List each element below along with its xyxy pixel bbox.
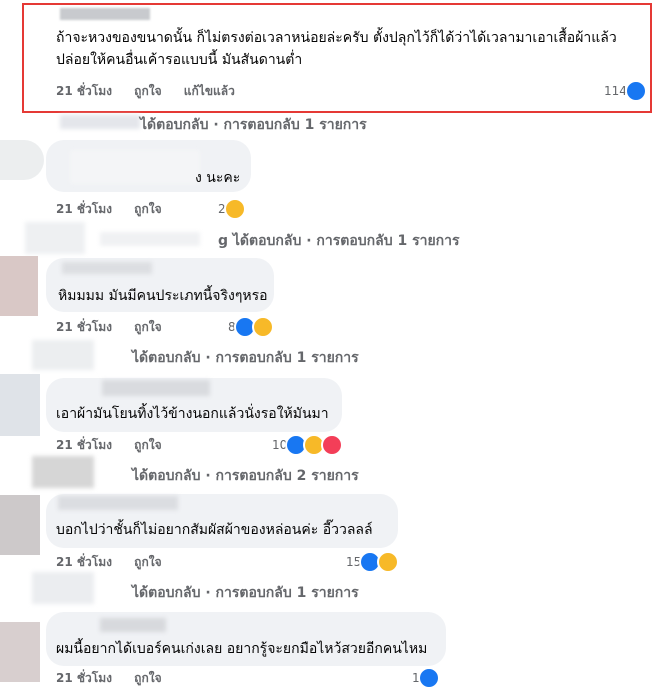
comment-text: ผมนี้อยากได้เบอร์คนเก่งเลย อยากรู้จะยกมื… bbox=[56, 641, 428, 657]
haha-reaction-icon bbox=[377, 551, 400, 573]
replier-name-redacted bbox=[60, 115, 140, 129]
replier-avatar-redacted bbox=[32, 572, 94, 604]
timestamp[interactable]: 21 ชั่วโมง bbox=[56, 671, 112, 685]
edited-label: แก้ไขแล้ว bbox=[183, 84, 235, 98]
like-button[interactable]: ถูกใจ bbox=[134, 84, 161, 98]
commenter-name-redacted bbox=[62, 262, 152, 274]
avatar[interactable] bbox=[0, 374, 40, 436]
replier-name-redacted bbox=[100, 232, 200, 246]
replier-avatar-redacted bbox=[32, 456, 94, 488]
haha-reaction-icon bbox=[223, 198, 246, 220]
comment-meta: 21 ชั่วโมง ถูกใจ bbox=[56, 318, 180, 337]
comment-meta: 21 ชั่วโมง ถูกใจ bbox=[56, 553, 180, 572]
timestamp[interactable]: 21 ชั่วโมง bbox=[56, 84, 112, 98]
replier-avatar-redacted bbox=[32, 340, 94, 370]
like-button[interactable]: ถูกใจ bbox=[134, 438, 161, 452]
avatar[interactable] bbox=[0, 256, 38, 316]
reply-summary[interactable]: ได้ตอบกลับ · การตอบกลับ 1 รายการ bbox=[132, 582, 359, 604]
reaction-summary[interactable]: 1 bbox=[412, 667, 440, 689]
avatar[interactable] bbox=[0, 140, 44, 180]
like-reaction-icon bbox=[417, 667, 440, 689]
comment-text: บอกไปว่าชั้นก็ไม่อยากสัมผัสผ้าของหล่อนค่… bbox=[56, 522, 373, 538]
comment-meta: 21 ชั่วโมง ถูกใจ bbox=[56, 436, 180, 455]
like-button[interactable]: ถูกใจ bbox=[134, 320, 161, 334]
comment-text: ง นะคะ bbox=[195, 170, 241, 186]
reply-summary[interactable]: ได้ตอบกลับ · การตอบกลับ 2 รายการ bbox=[132, 465, 359, 487]
like-button[interactable]: ถูกใจ bbox=[134, 671, 161, 685]
like-button[interactable]: ถูกใจ bbox=[134, 202, 161, 216]
avatar[interactable] bbox=[0, 495, 40, 555]
commenter-name-redacted bbox=[102, 380, 210, 396]
comment-text-line-2: ปล่อยให้คนอื่นเค้ารอแบบนี้ มันสันดานต่ำ bbox=[56, 52, 303, 68]
avatar[interactable] bbox=[0, 622, 40, 682]
reply-summary[interactable]: g ได้ตอบกลับ · การตอบกลับ 1 รายการ bbox=[218, 230, 460, 252]
comment-text-line-1: ถ้าจะหวงของขนาดนั้น ก็ไม่ตรงต่อเวลาหน่อย… bbox=[56, 30, 617, 46]
commenter-name-redacted bbox=[100, 618, 166, 632]
reaction-summary[interactable]: 8 bbox=[228, 316, 274, 338]
comment-text: เอาผ้ามันโยนทิ้งไว้ข้างนอกแล้วนั่งรอให้ม… bbox=[56, 406, 329, 422]
commenter-name-redacted bbox=[60, 8, 150, 20]
reply-summary[interactable]: ได้ตอบกลับ · การตอบกลับ 1 รายการ bbox=[140, 114, 367, 136]
like-button[interactable]: ถูกใจ bbox=[134, 555, 161, 569]
like-reaction-icon bbox=[624, 80, 647, 102]
reaction-count: 114 bbox=[604, 84, 627, 98]
reaction-summary[interactable]: 114 bbox=[604, 80, 647, 102]
haha-reaction-icon bbox=[251, 316, 274, 338]
reaction-summary[interactable]: 2 bbox=[218, 198, 246, 220]
timestamp[interactable]: 21 ชั่วโมง bbox=[56, 202, 112, 216]
love-reaction-icon bbox=[321, 434, 344, 456]
reply-summary[interactable]: ได้ตอบกลับ · การตอบกลับ 1 รายการ bbox=[132, 347, 359, 369]
replier-avatar-redacted bbox=[25, 222, 85, 254]
reaction-summary[interactable]: 10 bbox=[272, 434, 344, 456]
comment-meta: 21 ชั่วโมง ถูกใจ bbox=[56, 669, 180, 688]
timestamp[interactable]: 21 ชั่วโมง bbox=[56, 555, 112, 569]
timestamp[interactable]: 21 ชั่วโมง bbox=[56, 320, 112, 334]
commenter-name-redacted bbox=[58, 496, 178, 510]
comment-meta: 21 ชั่วโมง ถูกใจ bbox=[56, 200, 180, 219]
comment-text-redacted bbox=[70, 150, 200, 184]
comment-meta: 21 ชั่วโมง ถูกใจ แก้ไขแล้ว bbox=[56, 82, 253, 101]
timestamp[interactable]: 21 ชั่วโมง bbox=[56, 438, 112, 452]
comment-text: หิมมมม มันมีคนประเภทนี้จริงๆหรอ bbox=[58, 288, 268, 304]
reaction-summary[interactable]: 15 bbox=[346, 551, 400, 573]
